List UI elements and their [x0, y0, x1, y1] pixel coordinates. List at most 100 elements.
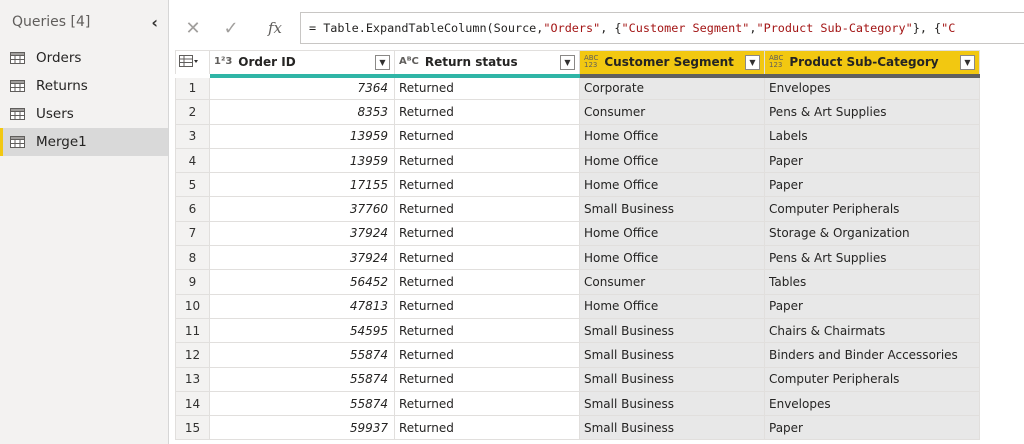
filter-dropdown-icon[interactable]: ▼ [560, 54, 575, 70]
cell-return-status[interactable]: Returned [394, 342, 580, 368]
row-number[interactable]: 1 [175, 74, 210, 101]
cell-return-status[interactable]: Returned [394, 74, 580, 101]
formula-input[interactable]: = Table.ExpandTableColumn(Source, "Order… [300, 12, 1024, 44]
cell-customer-segment[interactable]: Home Office [579, 147, 765, 174]
cell-customer-segment[interactable]: Home Office [579, 293, 765, 319]
cancel-formula-icon[interactable]: ✕ [174, 12, 212, 44]
cell-product-sub-category[interactable]: Paper [764, 293, 980, 319]
row-number[interactable]: 13 [175, 366, 210, 392]
cell-order-id[interactable]: 47813 [209, 293, 395, 319]
cell-order-id[interactable]: 37924 [209, 220, 395, 247]
filter-dropdown-icon[interactable]: ▼ [375, 54, 390, 70]
cell-return-status[interactable]: Returned [394, 415, 580, 441]
cell-customer-segment[interactable]: Home Office [579, 123, 765, 149]
row-number[interactable]: 8 [175, 245, 210, 271]
cell-order-id[interactable]: 17155 [209, 172, 395, 198]
collapse-pane-chevron-icon[interactable]: ‹ [151, 13, 158, 32]
cell-product-sub-category[interactable]: Paper [764, 172, 980, 198]
row-number[interactable]: 14 [175, 390, 210, 417]
cell-return-status[interactable]: Returned [394, 293, 580, 319]
cell-product-sub-category[interactable]: Storage & Organization [764, 220, 980, 247]
cell-return-status[interactable]: Returned [394, 147, 580, 174]
cell-customer-segment[interactable]: Small Business [579, 196, 765, 222]
cell-order-id[interactable]: 37924 [209, 245, 395, 271]
cell-order-id[interactable]: 8353 [209, 99, 395, 125]
cell-customer-segment[interactable]: Consumer [579, 99, 765, 125]
cell-order-id[interactable]: 37760 [209, 196, 395, 222]
cell-return-status[interactable]: Returned [394, 366, 580, 392]
cell-customer-segment[interactable]: Small Business [579, 342, 765, 368]
cell-return-status[interactable]: Returned [394, 99, 580, 125]
row-number[interactable]: 5 [175, 172, 210, 198]
table-icon [10, 108, 25, 120]
cell-customer-segment[interactable]: Small Business [579, 366, 765, 392]
insert-function-icon[interactable]: fx [250, 12, 300, 44]
cell-product-sub-category[interactable]: Binders and Binder Accessories [764, 342, 980, 368]
any-type-icon[interactable]: ABC 123 [769, 55, 783, 69]
cell-customer-segment[interactable]: Home Office [579, 220, 765, 247]
cell-product-sub-category[interactable]: Paper [764, 415, 980, 441]
filter-dropdown-icon[interactable]: ▼ [960, 54, 975, 70]
cell-return-status[interactable]: Returned [394, 317, 580, 344]
cell-return-status[interactable]: Returned [394, 172, 580, 198]
table-corner-menu[interactable] [175, 50, 210, 78]
table-row: 15 59937 Returned Small Business Paper [175, 415, 980, 441]
cell-order-id[interactable]: 13959 [209, 147, 395, 174]
cell-product-sub-category[interactable]: Pens & Art Supplies [764, 99, 980, 125]
cell-product-sub-category[interactable]: Tables [764, 269, 980, 295]
row-number[interactable]: 4 [175, 147, 210, 174]
commit-formula-icon[interactable]: ✓ [212, 12, 250, 44]
cell-return-status[interactable]: Returned [394, 390, 580, 417]
cell-order-id[interactable]: 55874 [209, 390, 395, 417]
filter-dropdown-icon[interactable]: ▼ [745, 54, 760, 70]
row-number[interactable]: 6 [175, 196, 210, 222]
table-menu-icon[interactable] [179, 54, 199, 67]
cell-customer-segment[interactable]: Small Business [579, 415, 765, 441]
row-number[interactable]: 3 [175, 123, 210, 149]
cell-customer-segment[interactable]: Consumer [579, 269, 765, 295]
cell-order-id[interactable]: 55874 [209, 366, 395, 392]
column-header-return-status[interactable]: AᴮC Return status ▼ [394, 50, 580, 78]
column-header-customer-segment[interactable]: ABC 123 Customer Segment ▼ [579, 50, 765, 78]
cell-customer-segment[interactable]: Home Office [579, 245, 765, 271]
cell-product-sub-category[interactable]: Computer Peripherals [764, 196, 980, 222]
cell-product-sub-category[interactable]: Paper [764, 147, 980, 174]
query-item-returns[interactable]: Returns [0, 72, 168, 100]
cell-product-sub-category[interactable]: Labels [764, 123, 980, 149]
cell-customer-segment[interactable]: Small Business [579, 390, 765, 417]
whole-number-type-icon[interactable]: 1²3 [214, 57, 232, 67]
column-header-product-sub-category[interactable]: ABC 123 Product Sub-Category ▼ [764, 50, 980, 78]
row-number[interactable]: 9 [175, 269, 210, 295]
row-number[interactable]: 2 [175, 99, 210, 125]
query-item-merge1[interactable]: Merge1 [0, 128, 168, 156]
cell-order-id[interactable]: 54595 [209, 317, 395, 344]
any-type-icon[interactable]: ABC 123 [584, 55, 598, 69]
cell-return-status[interactable]: Returned [394, 269, 580, 295]
cell-return-status[interactable]: Returned [394, 245, 580, 271]
cell-customer-segment[interactable]: Home Office [579, 172, 765, 198]
cell-product-sub-category[interactable]: Pens & Art Supplies [764, 245, 980, 271]
cell-return-status[interactable]: Returned [394, 123, 580, 149]
row-number[interactable]: 15 [175, 415, 210, 441]
row-number[interactable]: 11 [175, 317, 210, 344]
row-number[interactable]: 12 [175, 342, 210, 368]
cell-return-status[interactable]: Returned [394, 220, 580, 247]
cell-order-id[interactable]: 13959 [209, 123, 395, 149]
cell-order-id[interactable]: 59937 [209, 415, 395, 441]
cell-customer-segment[interactable]: Small Business [579, 317, 765, 344]
row-number[interactable]: 7 [175, 220, 210, 247]
text-type-icon[interactable]: AᴮC [399, 57, 419, 67]
cell-product-sub-category[interactable]: Envelopes [764, 390, 980, 417]
query-item-users[interactable]: Users [0, 100, 168, 128]
query-item-orders[interactable]: Orders [0, 44, 168, 72]
cell-product-sub-category[interactable]: Computer Peripherals [764, 366, 980, 392]
cell-order-id[interactable]: 7364 [209, 74, 395, 101]
cell-customer-segment[interactable]: Corporate [579, 74, 765, 101]
cell-order-id[interactable]: 55874 [209, 342, 395, 368]
cell-product-sub-category[interactable]: Envelopes [764, 74, 980, 101]
cell-return-status[interactable]: Returned [394, 196, 580, 222]
column-header-order-id[interactable]: 1²3 Order ID ▼ [209, 50, 395, 78]
row-number[interactable]: 10 [175, 293, 210, 319]
cell-product-sub-category[interactable]: Chairs & Chairmats [764, 317, 980, 344]
cell-order-id[interactable]: 56452 [209, 269, 395, 295]
